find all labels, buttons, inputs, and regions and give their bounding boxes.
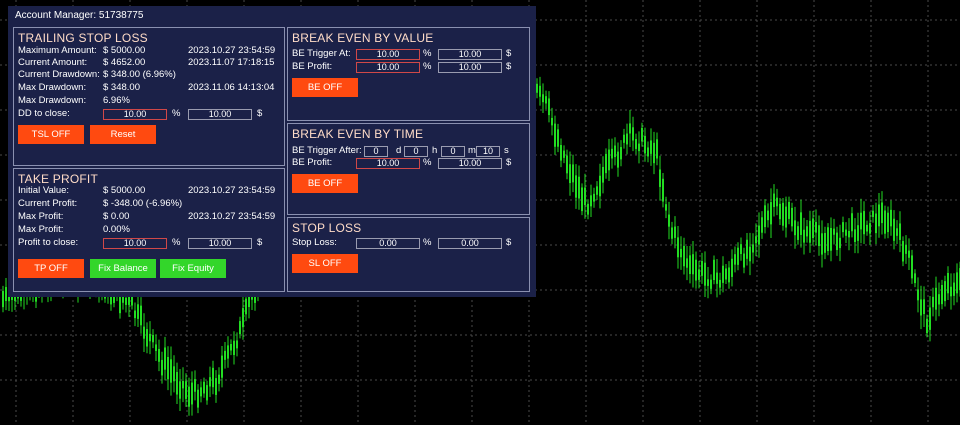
row-timestamp: 2023.11.07 17:18:15 bbox=[188, 57, 275, 68]
section-title: BREAK EVEN BY TIME bbox=[292, 127, 424, 141]
row-timestamp: 2023.10.27 23:54:59 bbox=[188, 185, 276, 196]
be-profit-row: BE Profit: 10.00 % 10.00 $ bbox=[292, 61, 527, 73]
be-time-toggle-button[interactable]: BE OFF bbox=[292, 174, 358, 193]
dollar-unit: $ bbox=[506, 61, 512, 72]
account-manager-panel: Account Manager: 51738775 TRAILING STOP … bbox=[8, 6, 536, 297]
hours-input[interactable]: 0 bbox=[404, 146, 428, 157]
be-time-profit-percent-input[interactable]: 10.00 bbox=[356, 158, 420, 169]
info-row: Maximum Amount: $ 5000.00 2023.10.27 23:… bbox=[18, 45, 280, 57]
percent-unit: % bbox=[423, 157, 432, 168]
dd-to-close-row: DD to close: 10.00 % 10.00 $ bbox=[18, 108, 280, 120]
percent-unit: % bbox=[423, 237, 432, 248]
be-trigger-label: BE Trigger At: bbox=[292, 48, 351, 59]
row-label: Max Drawdown: bbox=[18, 82, 87, 93]
be-time-profit-dollar-input[interactable]: 10.00 bbox=[438, 158, 502, 169]
section-title: BREAK EVEN BY VALUE bbox=[292, 31, 434, 45]
info-row: Max Drawdown: 6.96% bbox=[18, 95, 280, 107]
be-trigger-row: BE Trigger At: 10.00 % 10.00 $ bbox=[292, 48, 527, 60]
row-label: Current Profit: bbox=[18, 198, 78, 209]
be-profit-dollar-input[interactable]: 10.00 bbox=[438, 62, 502, 73]
info-row: Initial Value: $ 5000.00 2023.10.27 23:5… bbox=[18, 185, 280, 197]
ptc-dollar-input[interactable]: 10.00 bbox=[188, 238, 252, 249]
section-title: TAKE PROFIT bbox=[18, 172, 98, 186]
row-value: $ 5000.00 bbox=[103, 185, 146, 196]
row-value: 6.96% bbox=[103, 95, 130, 106]
tsl-toggle-button[interactable]: TSL OFF bbox=[18, 125, 84, 144]
sl-toggle-button[interactable]: SL OFF bbox=[292, 254, 358, 273]
fix-equity-button[interactable]: Fix Equity bbox=[160, 259, 226, 278]
row-timestamp: 2023.11.06 14:13:04 bbox=[188, 82, 275, 93]
row-value: $ -348.00 (-6.96%) bbox=[103, 198, 183, 209]
row-value: 0.00% bbox=[103, 224, 130, 235]
info-row: Max Drawdown: $ 348.00 2023.11.06 14:13:… bbox=[18, 82, 280, 94]
info-row: Current Amount: $ 4652.00 2023.11.07 17:… bbox=[18, 57, 280, 69]
percent-unit: % bbox=[172, 108, 181, 119]
seconds-input[interactable]: 10 bbox=[476, 146, 500, 157]
be-value-toggle-button[interactable]: BE OFF bbox=[292, 78, 358, 97]
info-row: Current Profit: $ -348.00 (-6.96%) bbox=[18, 198, 280, 210]
reset-button[interactable]: Reset bbox=[90, 125, 156, 144]
row-value: $ 0.00 bbox=[103, 211, 130, 222]
dollar-unit: $ bbox=[506, 48, 512, 59]
row-value: $ 4652.00 bbox=[103, 57, 146, 68]
be-trigger-percent-input[interactable]: 10.00 bbox=[356, 49, 420, 60]
row-label: Current Drawdown: bbox=[18, 69, 100, 80]
be-profit-label: BE Profit: bbox=[292, 157, 333, 168]
section-title: TRAILING STOP LOSS bbox=[18, 31, 148, 45]
hours-unit: h bbox=[432, 145, 438, 156]
info-row: Max Profit: $ 0.00 2023.10.27 23:54:59 bbox=[18, 211, 280, 223]
profit-to-close-label: Profit to close: bbox=[18, 237, 79, 248]
row-value: $ 348.00 (6.96%) bbox=[103, 69, 176, 80]
row-timestamp: 2023.10.27 23:54:59 bbox=[188, 45, 276, 56]
profit-to-close-row: Profit to close: 10.00 % 10.00 $ bbox=[18, 237, 280, 249]
row-label: Maximum Amount: bbox=[18, 45, 97, 56]
row-label: Max Profit: bbox=[18, 211, 64, 222]
info-row: Current Drawdown: $ 348.00 (6.96%) bbox=[18, 69, 280, 81]
break-even-value-section: BREAK EVEN BY VALUE BE Trigger At: 10.00… bbox=[287, 27, 530, 121]
dd-percent-input[interactable]: 10.00 bbox=[103, 109, 167, 120]
be-trigger-dollar-input[interactable]: 10.00 bbox=[438, 49, 502, 60]
tp-toggle-button[interactable]: TP OFF bbox=[18, 259, 84, 278]
days-input[interactable]: 0 bbox=[364, 146, 388, 157]
trailing-stop-loss-section: TRAILING STOP LOSS Maximum Amount: $ 500… bbox=[13, 27, 285, 166]
section-title: STOP LOSS bbox=[292, 221, 362, 235]
stop-loss-row: Stop Loss: 0.00 % 0.00 $ bbox=[292, 237, 527, 249]
minutes-unit: m bbox=[468, 145, 476, 156]
be-trigger-after-label: BE Trigger After: bbox=[292, 145, 362, 156]
stop-loss-dollar-input[interactable]: 0.00 bbox=[438, 238, 502, 249]
row-value: $ 5000.00 bbox=[103, 45, 146, 56]
row-timestamp: 2023.10.27 23:54:59 bbox=[188, 211, 276, 222]
minutes-input[interactable]: 0 bbox=[441, 146, 465, 157]
dollar-unit: $ bbox=[506, 157, 512, 168]
stop-loss-section: STOP LOSS Stop Loss: 0.00 % 0.00 $ SL OF… bbox=[287, 217, 530, 292]
panel-title: Account Manager: 51738775 bbox=[15, 10, 144, 21]
be-trigger-after-row: BE Trigger After: 0 d 0 h 0 m 10 s bbox=[292, 145, 527, 157]
dd-to-close-label: DD to close: bbox=[18, 108, 70, 119]
row-label: Current Amount: bbox=[18, 57, 88, 68]
break-even-time-section: BREAK EVEN BY TIME BE Trigger After: 0 d… bbox=[287, 123, 530, 215]
percent-unit: % bbox=[172, 237, 181, 248]
dollar-unit: $ bbox=[257, 108, 263, 119]
row-label: Max Profit: bbox=[18, 224, 64, 235]
dollar-unit: $ bbox=[506, 237, 512, 248]
stop-loss-percent-input[interactable]: 0.00 bbox=[356, 238, 420, 249]
be-profit-label: BE Profit: bbox=[292, 61, 333, 72]
dd-dollar-input[interactable]: 10.00 bbox=[188, 109, 252, 120]
stop-loss-label: Stop Loss: bbox=[292, 237, 337, 248]
row-label: Max Drawdown: bbox=[18, 95, 87, 106]
seconds-unit: s bbox=[504, 145, 509, 156]
row-label: Initial Value: bbox=[18, 185, 70, 196]
percent-unit: % bbox=[423, 61, 432, 72]
row-value: $ 348.00 bbox=[103, 82, 140, 93]
be-profit-row: BE Profit: 10.00 % 10.00 $ bbox=[292, 157, 527, 169]
ptc-percent-input[interactable]: 10.00 bbox=[103, 238, 167, 249]
info-row: Max Profit: 0.00% bbox=[18, 224, 280, 236]
days-unit: d bbox=[396, 145, 402, 156]
take-profit-section: TAKE PROFIT Initial Value: $ 5000.00 202… bbox=[13, 168, 285, 292]
dollar-unit: $ bbox=[257, 237, 263, 248]
percent-unit: % bbox=[423, 48, 432, 59]
be-profit-percent-input[interactable]: 10.00 bbox=[356, 62, 420, 73]
fix-balance-button[interactable]: Fix Balance bbox=[90, 259, 156, 278]
